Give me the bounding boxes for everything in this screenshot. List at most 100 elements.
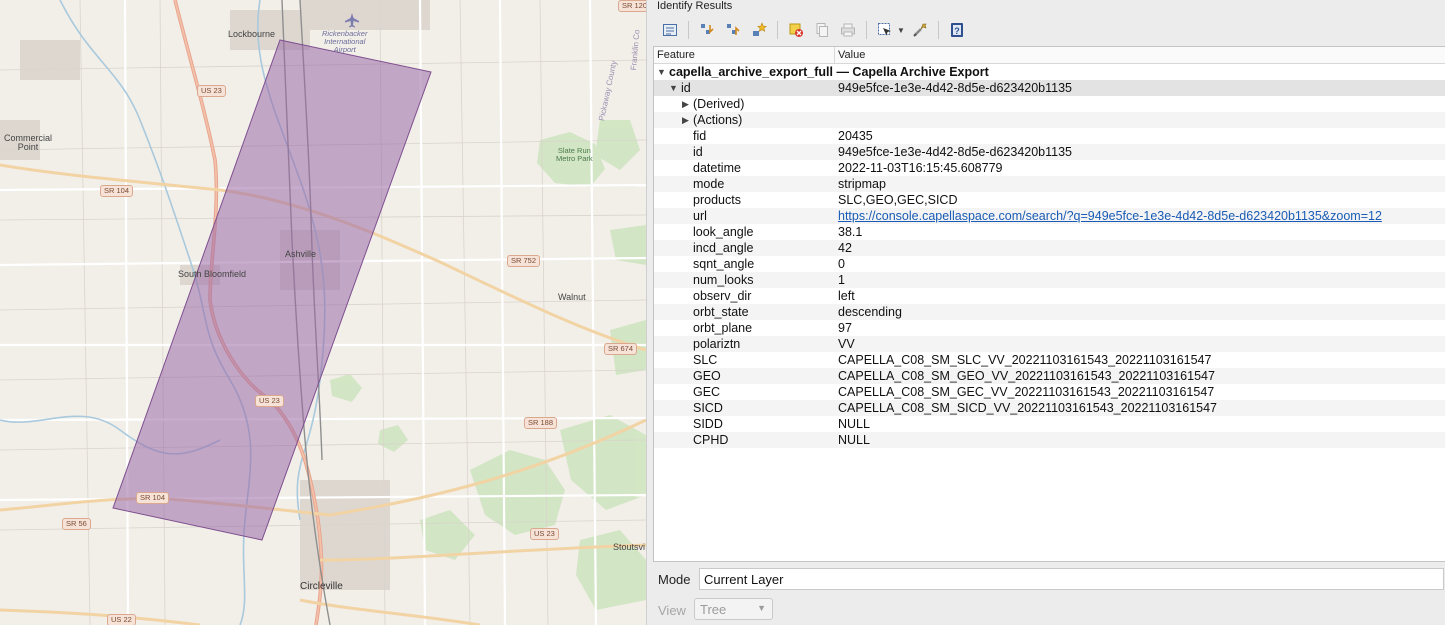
road-shield-sr120: SR 120 (618, 0, 646, 12)
attribute-row-look_angle[interactable]: look_angle 38.1 (654, 224, 1445, 240)
view-label: View (658, 603, 686, 618)
attribute-value: 0 (838, 257, 845, 271)
map-label-south-bloomfield: South Bloomfield (178, 269, 247, 279)
attribute-row-fid[interactable]: fid 20435 (654, 128, 1445, 144)
road-shield-sr752: SR 752 (507, 255, 541, 267)
road-shield-sr674: SR 674 (604, 343, 638, 355)
attribute-row-observ_dir[interactable]: observ_dir left (654, 288, 1445, 304)
attribute-value: 949e5fce-1e3e-4d42-8d5e-d623420b1135 (838, 145, 1073, 159)
map-label-ashville: Ashville (285, 249, 317, 259)
identify-results-tree[interactable]: Feature Value ▼ capella_archive_export_f… (653, 46, 1445, 562)
chevron-down-icon: ▼ (897, 25, 905, 35)
attribute-row-num_looks[interactable]: num_looks 1 (654, 272, 1445, 288)
select-features-dropdown[interactable]: ▼ (874, 19, 905, 41)
expand-tree-icon[interactable] (659, 19, 681, 41)
attribute-value: descending (838, 305, 902, 319)
clear-results-icon[interactable] (785, 19, 807, 41)
print-icon[interactable] (837, 19, 859, 41)
map-label-airport: Rickenbacker International Airport (322, 29, 368, 54)
tree-row-derived[interactable]: ▶ (Derived) (654, 96, 1445, 112)
attribute-row-incd_angle[interactable]: incd_angle 42 (654, 240, 1445, 256)
column-header-value[interactable]: Value (835, 47, 868, 63)
attribute-value: 2022-11-03T16:15:45.608779 (838, 161, 1003, 175)
attribute-row-mode[interactable]: mode stripmap (654, 176, 1445, 192)
panel-title: Identify Results (657, 0, 733, 12)
collapse-all-icon[interactable] (722, 19, 744, 41)
attribute-value: SLC,GEO,GEC,SICD (838, 193, 958, 207)
column-header-feature[interactable]: Feature (654, 47, 835, 63)
mode-label: Mode (658, 572, 691, 587)
actions-label: (Actions) (693, 113, 743, 127)
mode-select[interactable]: Current Layer (699, 568, 1444, 590)
road-shield-us23: US 23 (530, 528, 559, 540)
map-label-stoutsville: Stoutsvi (613, 542, 646, 552)
tree-row-feature[interactable]: ▼ id 949e5fce-1e3e-4d42-8d5e-d623420b113… (654, 80, 1445, 96)
attribute-name: datetime (693, 161, 741, 175)
attribute-row-orbt_state[interactable]: orbt_state descending (654, 304, 1445, 320)
attribute-value: NULL (838, 433, 870, 447)
attribute-row-id[interactable]: id 949e5fce-1e3e-4d42-8d5e-d623420b1135 (654, 144, 1445, 160)
attribute-name: observ_dir (693, 289, 752, 303)
attribute-row-sidd[interactable]: SIDD NULL (654, 416, 1445, 432)
toolbar-separator (688, 21, 689, 39)
layer-name: capella_archive_export_full — Capella Ar… (669, 65, 989, 79)
attribute-row-gec[interactable]: GEC CAPELLA_C08_SM_GEC_VV_20221103161543_… (654, 384, 1445, 400)
copy-icon[interactable] (811, 19, 833, 41)
map-canvas[interactable]: Lockbourne Rickenbacker International Ai… (0, 0, 646, 625)
attribute-row-cphd[interactable]: CPHD NULL (654, 432, 1445, 448)
attribute-value: CAPELLA_C08_SM_GEO_VV_20221103161543_202… (838, 369, 1215, 383)
attribute-name: sqnt_angle (693, 257, 755, 271)
expand-all-icon[interactable] (696, 19, 718, 41)
attribute-url-link[interactable]: https://console.capellaspace.com/search/… (838, 208, 1382, 224)
attribute-name: orbt_state (693, 305, 749, 319)
road-shield-sr104: SR 104 (100, 185, 134, 197)
settings-icon[interactable] (909, 19, 931, 41)
attribute-row-sicd[interactable]: SICD CAPELLA_C08_SM_SICD_VV_2022110316154… (654, 400, 1445, 416)
tree-header: Feature Value (654, 47, 1445, 64)
identify-toolbar: ▼ ? (659, 18, 968, 42)
attribute-row-url[interactable]: url https://console.capellaspace.com/sear… (654, 208, 1445, 224)
feature-name: id (681, 81, 691, 95)
attribute-value: 38.1 (838, 225, 863, 239)
tree-row-actions[interactable]: ▶ (Actions) (654, 112, 1445, 128)
attribute-name: url (693, 209, 707, 223)
toolbar-separator (866, 21, 867, 39)
view-select[interactable]: Tree ▼ (694, 598, 773, 620)
attribute-value: 1 (838, 273, 845, 287)
attribute-value: stripmap (838, 177, 886, 191)
attribute-value: left (838, 289, 855, 303)
toolbar-separator (937, 21, 939, 39)
map-label-lockbourne: Lockbourne (228, 29, 276, 39)
attribute-row-geo[interactable]: GEO CAPELLA_C08_SM_GEO_VV_20221103161543_… (654, 368, 1445, 384)
svg-text:?: ? (954, 26, 960, 36)
chevron-down-icon[interactable]: ▼ (657, 64, 666, 80)
feature-value: 949e5fce-1e3e-4d42-8d5e-d623420b1135 (838, 81, 1073, 95)
attribute-row-polariztn[interactable]: polariztn VV (654, 336, 1445, 352)
attribute-name: SICD (693, 401, 723, 415)
attribute-value: VV (838, 337, 855, 351)
attribute-row-orbt_plane[interactable]: orbt_plane 97 (654, 320, 1445, 336)
attribute-value: 42 (838, 241, 852, 255)
chevron-down-icon[interactable]: ▼ (669, 80, 678, 96)
road-shield-sr56: SR 56 (62, 518, 91, 530)
map-label-walnut: Walnut (558, 292, 586, 302)
road-shield-us23: US 23 (197, 85, 226, 97)
view-select-value: Tree (700, 602, 727, 617)
attribute-name: SIDD (693, 417, 723, 431)
chevron-right-icon[interactable]: ▶ (682, 112, 689, 128)
chevron-down-icon: ▼ (757, 603, 766, 613)
tree-row-layer[interactable]: ▼ capella_archive_export_full — Capella … (654, 64, 1445, 80)
attribute-name: num_looks (693, 273, 754, 287)
map-label-slate-run: Slate Run Metro Park (556, 146, 593, 163)
attribute-row-datetime[interactable]: datetime 2022-11-03T16:15:45.608779 (654, 160, 1445, 176)
attribute-row-slc[interactable]: SLC CAPELLA_C08_SM_SLC_VV_20221103161543_… (654, 352, 1445, 368)
attribute-name: GEO (693, 369, 721, 383)
chevron-right-icon[interactable]: ▶ (682, 96, 689, 112)
toolbar-separator (777, 21, 778, 39)
select-features-icon[interactable] (874, 19, 896, 41)
highlight-icon[interactable] (748, 19, 770, 41)
attribute-name: id (693, 145, 703, 159)
help-icon[interactable]: ? (946, 19, 968, 41)
attribute-row-products[interactable]: products SLC,GEO,GEC,SICD (654, 192, 1445, 208)
attribute-row-sqnt_angle[interactable]: sqnt_angle 0 (654, 256, 1445, 272)
